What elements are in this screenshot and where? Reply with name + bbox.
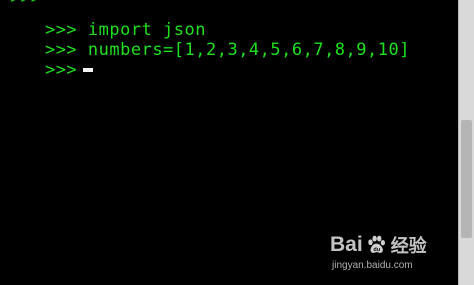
watermark-brand-left: Bai [330, 233, 363, 256]
vertical-scrollbar[interactable] [458, 0, 474, 285]
console-line-3[interactable]: >>> [2, 40, 94, 100]
python-console[interactable]: >>> _ _ _ _ _ _ _ _ _ _ _ >>> import jso… [0, 0, 458, 285]
watermark-product: 经验 [390, 236, 427, 256]
paw-icon: du [367, 235, 385, 253]
svg-text:du: du [373, 247, 380, 253]
baidu-jingyan-watermark: Bai du 经验 jingyan.baidu.com [330, 232, 458, 282]
code-text: numbers=[1,2,3,4,5,6,7,8,9,10] [77, 40, 410, 60]
watermark-url: jingyan.baidu.com [332, 260, 413, 271]
prompt: >>> [44, 60, 78, 80]
text-cursor [83, 68, 94, 72]
scrollbar-thumb[interactable] [461, 120, 472, 238]
